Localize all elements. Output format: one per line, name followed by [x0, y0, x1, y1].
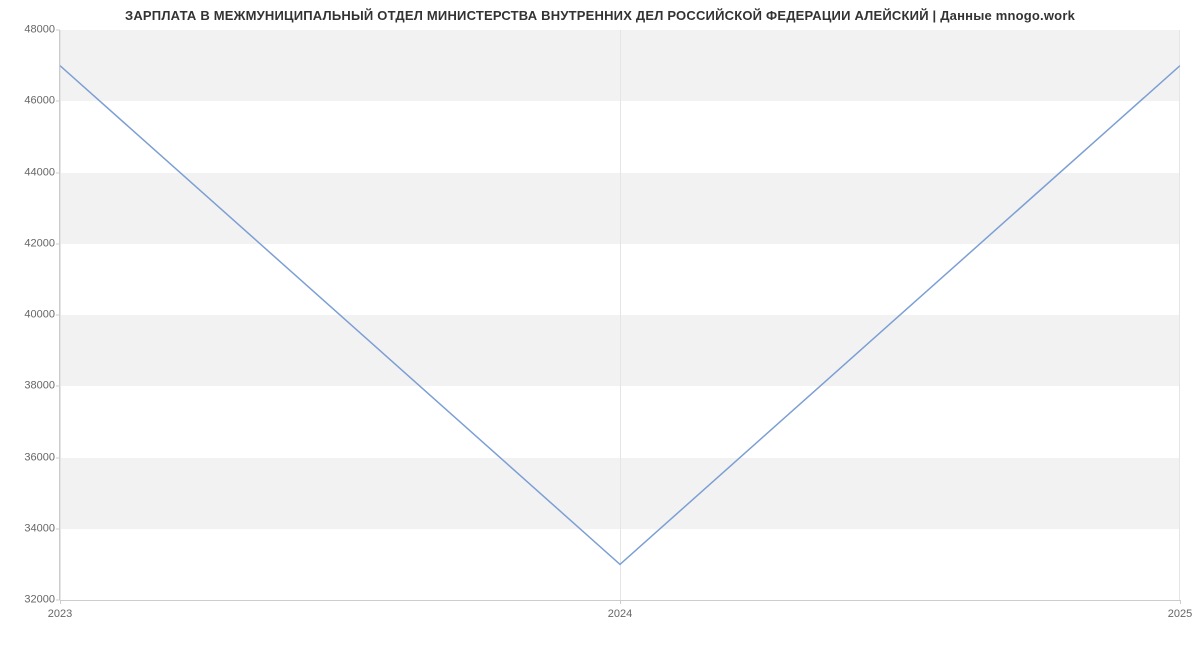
x-tick-label: 2023 — [48, 608, 72, 620]
y-tick-label: 46000 — [15, 96, 55, 107]
y-tick-mark — [56, 101, 60, 102]
x-tick-mark — [1180, 600, 1181, 604]
y-tick-label: 42000 — [15, 238, 55, 249]
plot-area: 32000 34000 36000 38000 40000 42000 4400… — [60, 30, 1180, 600]
line-series — [60, 30, 1180, 600]
y-tick-mark — [56, 457, 60, 458]
y-tick-label: 34000 — [15, 523, 55, 534]
y-tick-mark — [56, 243, 60, 244]
x-tick-mark — [60, 600, 61, 604]
y-tick-label: 38000 — [15, 381, 55, 392]
y-tick-mark — [56, 30, 60, 31]
y-tick-label: 32000 — [15, 595, 55, 606]
y-tick-mark — [56, 386, 60, 387]
y-tick-label: 44000 — [15, 167, 55, 178]
y-tick-mark — [56, 528, 60, 529]
y-tick-label: 48000 — [15, 25, 55, 36]
x-tick-label: 2025 — [1168, 608, 1192, 620]
x-tick-mark — [620, 600, 621, 604]
y-tick-mark — [56, 315, 60, 316]
y-tick-label: 36000 — [15, 452, 55, 463]
x-tick-label: 2024 — [608, 608, 632, 620]
chart-title: ЗАРПЛАТА В МЕЖМУНИЦИПАЛЬНЫЙ ОТДЕЛ МИНИСТ… — [0, 8, 1200, 23]
y-tick-mark — [56, 172, 60, 173]
y-tick-label: 40000 — [15, 310, 55, 321]
